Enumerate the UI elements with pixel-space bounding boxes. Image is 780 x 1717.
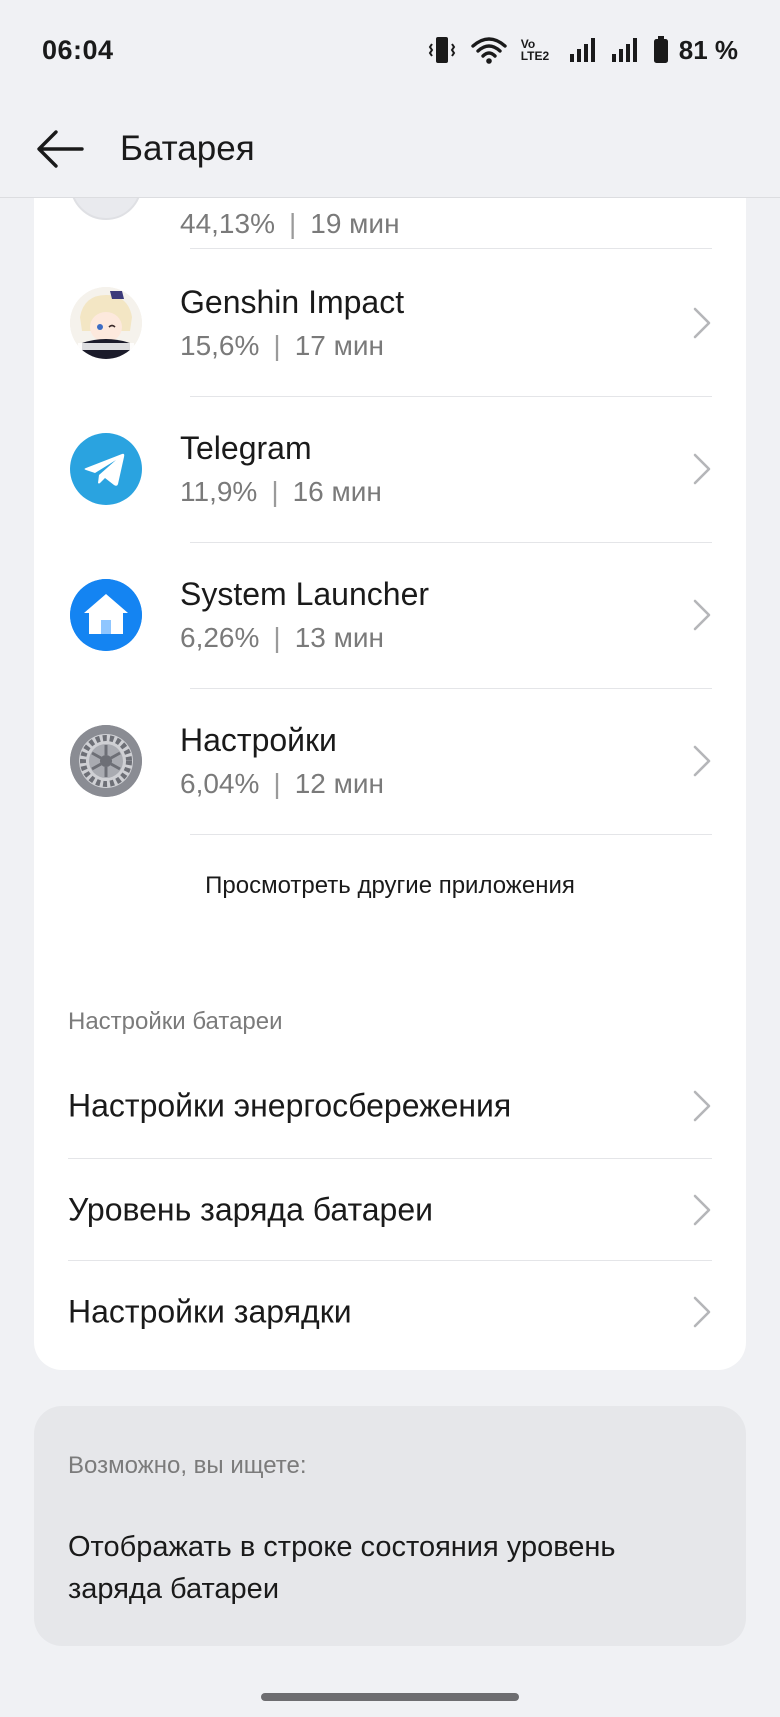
- settings-item-label: Настройки энергосбережения: [68, 1087, 512, 1124]
- content-scroll[interactable]: 44,13% | 19 мин Genshin Impact 15,6% | 1…: [0, 198, 780, 1717]
- wifi-icon: [471, 37, 507, 64]
- home-indicator[interactable]: [261, 1693, 519, 1701]
- app-name: Genshin Impact: [180, 284, 405, 320]
- app-row-settings[interactable]: Настройки 6,04% | 12 мин: [34, 688, 746, 834]
- app-row-telegram[interactable]: Telegram 11,9% | 16 мин: [34, 396, 746, 542]
- chevron-right-icon: [693, 307, 711, 339]
- suggestion-link[interactable]: Отображать в строке состояния уровень за…: [68, 1526, 708, 1610]
- app-name: Настройки: [180, 722, 337, 758]
- settings-item-label: Настройки зарядки: [68, 1293, 352, 1330]
- status-icons: Vo LTE2 81 %: [427, 35, 738, 66]
- power-saving-settings-item[interactable]: Настройки энергосбережения: [34, 1054, 746, 1158]
- app-usage-stats: 6,26% | 13 мин: [180, 622, 384, 653]
- app-row-system-launcher[interactable]: System Launcher 6,26% | 13 мин: [34, 542, 746, 688]
- app-usage-stats: 6,04% | 12 мин: [180, 768, 384, 799]
- suggestion-heading: Возможно, вы ищете:: [68, 1452, 307, 1479]
- status-bar: 06:04 Vo LTE2 81 %: [0, 0, 780, 100]
- divider: [190, 248, 712, 249]
- chevron-right-icon: [693, 1090, 711, 1122]
- genshin-impact-icon: [70, 287, 142, 359]
- signal-icon-sim1: [569, 38, 595, 62]
- view-more-apps-link[interactable]: Просмотреть другие приложения: [34, 872, 746, 900]
- app-bar: Батарея: [0, 100, 780, 198]
- app-row-genshin-impact[interactable]: Genshin Impact 15,6% | 17 мин: [34, 250, 746, 396]
- divider: [190, 834, 712, 835]
- vibrate-icon: [428, 37, 455, 63]
- telegram-icon: [70, 433, 142, 505]
- app-icon-partial: [70, 198, 142, 220]
- app-name: System Launcher: [180, 576, 430, 612]
- battery-icon: [653, 36, 668, 63]
- page-title: Батарея: [120, 128, 255, 168]
- battery-settings-card: Настройки энергосбережения Уровень заряд…: [34, 1054, 746, 1370]
- app-name: Telegram: [180, 430, 312, 466]
- chevron-right-icon: [693, 1194, 711, 1226]
- back-button[interactable]: [0, 100, 120, 198]
- app-usage-stats: 15,6% | 17 мин: [180, 330, 384, 361]
- battery-percent: 81 %: [678, 34, 738, 65]
- back-arrow-icon: [37, 129, 84, 168]
- settings-gear-icon: [70, 725, 142, 797]
- app-usage-stats: 44,13% | 19 мин: [180, 208, 400, 239]
- chevron-right-icon: [693, 745, 711, 777]
- charging-settings-item[interactable]: Настройки зарядки: [34, 1260, 746, 1364]
- suggestion-card: Возможно, вы ищете: Отображать в строке …: [34, 1406, 746, 1646]
- chevron-right-icon: [693, 1296, 711, 1328]
- signal-icon-sim2: [611, 38, 637, 62]
- app-usage-stats: 11,9% | 16 мин: [180, 476, 382, 507]
- battery-level-item[interactable]: Уровень заряда батареи: [34, 1158, 746, 1262]
- system-launcher-icon: [70, 579, 142, 651]
- app-usage-card: 44,13% | 19 мин Genshin Impact 15,6% | 1…: [34, 198, 746, 1148]
- chevron-right-icon: [693, 453, 711, 485]
- status-time: 06:04: [42, 34, 114, 65]
- volte-label: Vo LTE2: [520, 37, 550, 63]
- settings-item-label: Уровень заряда батареи: [68, 1191, 433, 1228]
- chevron-right-icon: [693, 599, 711, 631]
- section-label-battery-settings: Настройки батареи: [68, 1008, 283, 1035]
